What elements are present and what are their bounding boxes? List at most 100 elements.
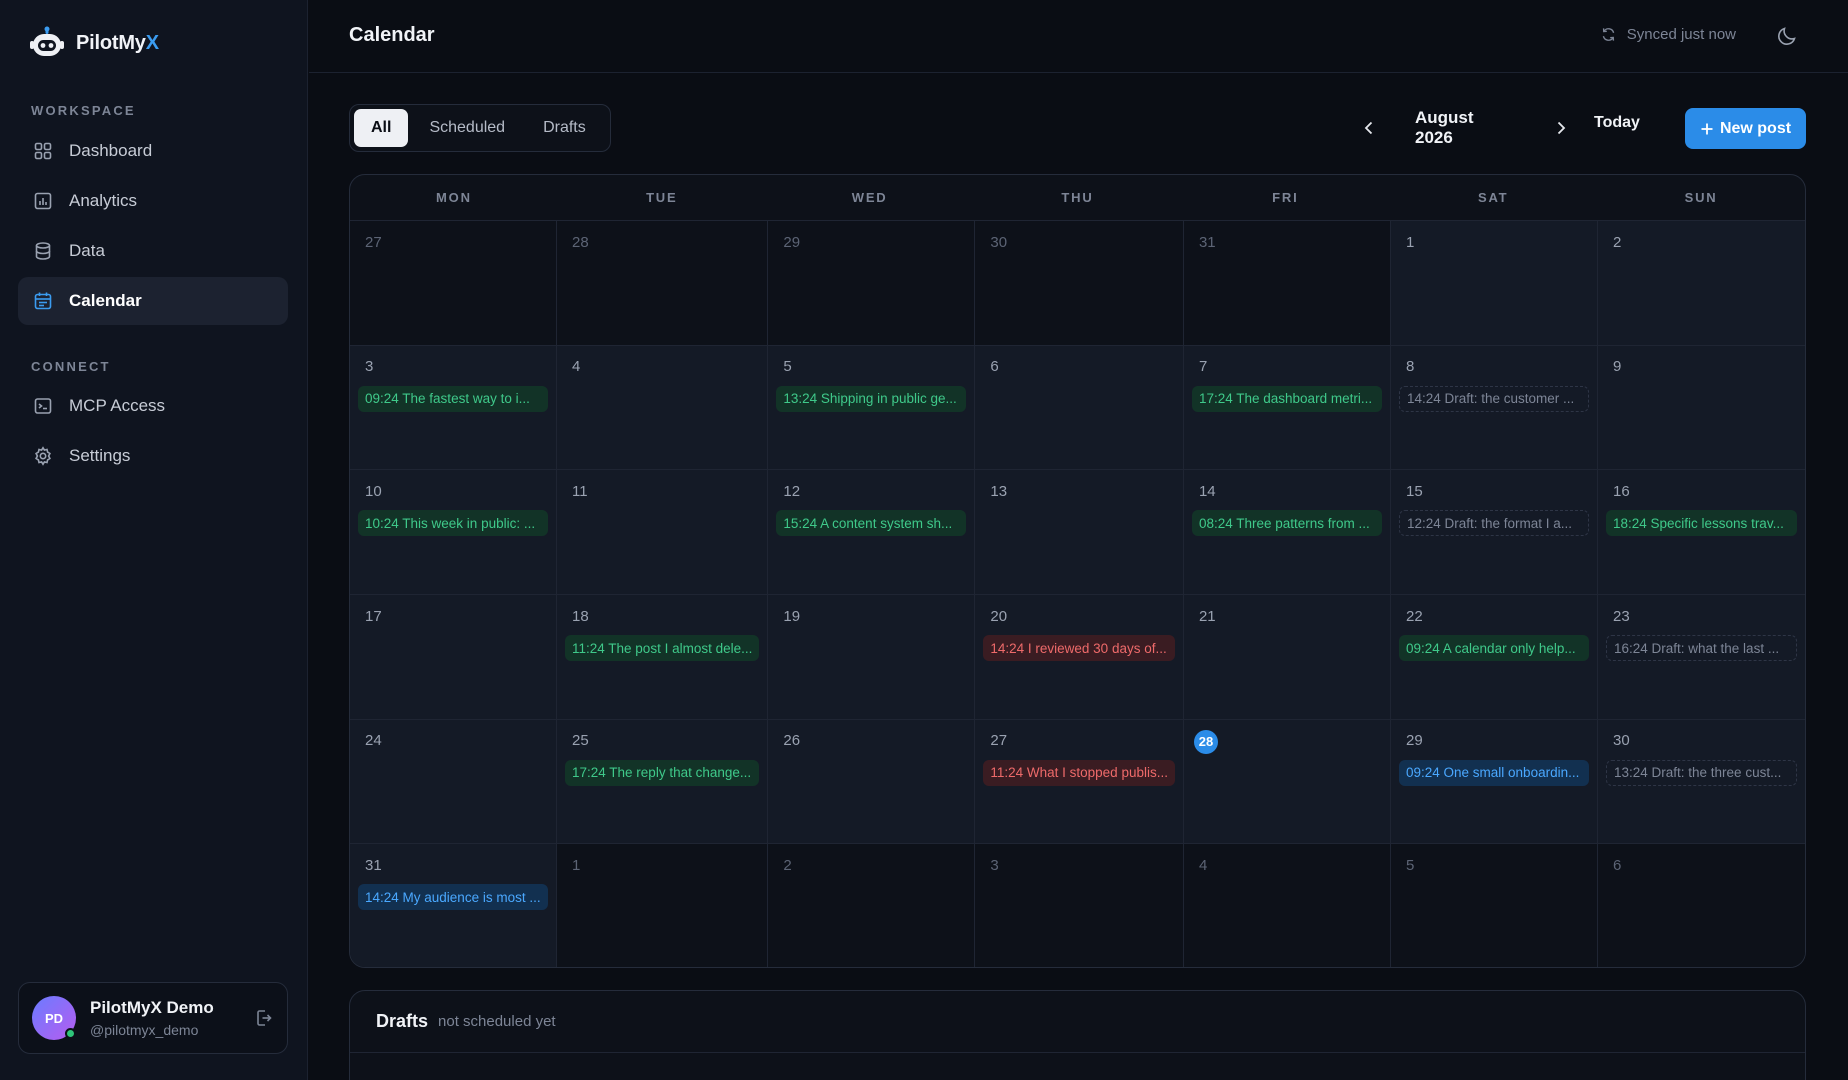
event-text: 13:24 Shipping in public ge... xyxy=(783,391,957,407)
calendar-day[interactable]: 14 08:24 Three patterns from ... xyxy=(1183,470,1391,596)
day-number: 2 xyxy=(783,856,792,874)
calendar-day[interactable]: 11 xyxy=(557,470,769,596)
calendar-day[interactable]: 18 11:24 The post I almost dele... xyxy=(557,595,769,720)
calendar-day[interactable]: 3 xyxy=(975,844,1184,967)
calendar-event-green[interactable]: 09:24 The fastest way to i... xyxy=(358,385,548,412)
day-number: 13 xyxy=(990,482,1008,500)
moon-icon[interactable] xyxy=(1776,25,1798,47)
sidebar-item-mcp-access[interactable]: MCP Access xyxy=(18,382,288,430)
today-button[interactable]: Today xyxy=(1594,114,1640,132)
calendar-day[interactable]: 30 13:24 Draft: the three cust... xyxy=(1597,719,1805,845)
calendar-day[interactable]: 17 xyxy=(350,595,557,720)
calendar-event-green[interactable]: 11:24 The post I almost dele... xyxy=(565,635,760,662)
calendar-event-draft[interactable]: 14:24 Draft: the customer ... xyxy=(1398,385,1589,412)
day-number: 27 xyxy=(365,233,382,251)
day-number: 20 xyxy=(990,607,1008,625)
brand-logo[interactable]: PilotMyX xyxy=(30,26,159,60)
calendar-event-green[interactable]: 08:24 Three patterns from ... xyxy=(1191,510,1382,537)
calendar-day[interactable]: 25 17:24 The reply that change... xyxy=(557,719,769,845)
calendar-day[interactable]: 16 18:24 Specific lessons trav... xyxy=(1597,470,1805,596)
user-card[interactable]: PD PilotMyX Demo @pilotmyx_demo xyxy=(18,982,288,1054)
calendar-event-draft[interactable]: 12:24 Draft: the format I a... xyxy=(1398,510,1589,537)
filter-drafts[interactable]: Drafts xyxy=(526,109,603,147)
calendar-day[interactable]: 24 xyxy=(350,719,557,845)
calendar-event-green[interactable]: 18:24 Specific lessons trav... xyxy=(1605,510,1797,537)
calendar-day[interactable]: 5 13:24 Shipping in public ge... xyxy=(768,345,976,471)
prev-month-button[interactable] xyxy=(1358,107,1380,149)
calendar-day[interactable]: 29 xyxy=(768,221,976,346)
calendar-event-green[interactable]: 17:24 The reply that change... xyxy=(565,759,760,786)
calendar-event-draft[interactable]: 16:24 Draft: what the last ... xyxy=(1605,635,1797,662)
calendar-day[interactable]: 2 xyxy=(768,844,976,967)
user-handle: @pilotmyx_demo xyxy=(90,1022,199,1038)
filter-scheduled[interactable]: Scheduled xyxy=(412,109,522,147)
logout-icon[interactable] xyxy=(254,1008,274,1028)
day-number: 26 xyxy=(783,732,801,750)
calendar-day[interactable]: 21 xyxy=(1183,595,1391,720)
day-number: 2 xyxy=(1612,233,1622,251)
sidebar-item-calendar[interactable]: Calendar xyxy=(18,277,288,325)
filter-segmented-control: All Scheduled Drafts xyxy=(349,104,611,152)
day-number: 24 xyxy=(365,732,382,750)
calendar-event-green[interactable]: 09:24 A calendar only help... xyxy=(1398,635,1589,662)
new-post-label: New post xyxy=(1719,119,1792,137)
user-name: PilotMyX Demo xyxy=(90,998,214,1017)
calendar-day[interactable]: 22 09:24 A calendar only help... xyxy=(1390,595,1598,720)
calendar-event-green[interactable]: 10:24 This week in public: ... xyxy=(358,510,548,537)
calendar-day[interactable]: 9 xyxy=(1597,345,1805,471)
calendar-day[interactable]: 7 17:24 The dashboard metri... xyxy=(1183,345,1391,471)
calendar-day[interactable]: 27 xyxy=(350,221,557,346)
new-post-button[interactable]: New post xyxy=(1685,108,1806,149)
sidebar-item-data[interactable]: Data xyxy=(18,227,288,275)
chevron-right-icon xyxy=(1557,121,1566,135)
calendar-day[interactable]: 6 xyxy=(1597,844,1805,967)
calendar-day[interactable]: 2 xyxy=(1597,221,1805,346)
calendar-day[interactable]: 12 15:24 A content system sh... xyxy=(768,470,976,596)
day-number: 12 xyxy=(783,482,801,500)
calendar-day[interactable]: 27 11:24 What I stopped publis... xyxy=(975,719,1184,845)
event-text: 18:24 Specific lessons trav... xyxy=(1612,515,1784,531)
calendar-day[interactable]: 4 xyxy=(1183,844,1391,967)
calendar-event-draft[interactable]: 13:24 Draft: the three cust... xyxy=(1605,759,1797,786)
calendar-event-blue[interactable]: 09:24 One small onboardin... xyxy=(1398,759,1589,786)
day-number: 8 xyxy=(1405,358,1415,376)
calendar-day[interactable]: 1 xyxy=(1390,221,1598,346)
calendar-day[interactable]: 10 10:24 This week in public: ... xyxy=(350,470,557,596)
calendar-day[interactable]: 13 xyxy=(975,470,1184,596)
calendar-day[interactable]: 29 09:24 One small onboardin... xyxy=(1390,719,1598,845)
calendar-day[interactable]: 8 14:24 Draft: the customer ... xyxy=(1390,345,1598,471)
topbar: Calendar Synced just now xyxy=(309,0,1848,73)
calendar-day[interactable]: 23 16:24 Draft: what the last ... xyxy=(1597,595,1805,720)
calendar-event-green[interactable]: 13:24 Shipping in public ge... xyxy=(776,385,967,412)
calendar-day[interactable]: 20 14:24 I reviewed 30 days of... xyxy=(975,595,1184,720)
day-number: 4 xyxy=(572,358,581,376)
calendar-day[interactable]: 31 xyxy=(1183,221,1391,346)
sidebar-item-settings[interactable]: Settings xyxy=(18,432,288,480)
calendar-day[interactable]: 15 12:24 Draft: the format I a... xyxy=(1390,470,1598,596)
calendar-event-green[interactable]: 17:24 The dashboard metri... xyxy=(1191,385,1382,412)
sync-status-text: Synced just now xyxy=(1626,26,1736,43)
calendar-day[interactable]: 3 09:24 The fastest way to i... xyxy=(350,345,557,471)
sidebar-item-analytics[interactable]: Analytics xyxy=(18,177,288,225)
filter-all[interactable]: All xyxy=(354,109,409,147)
day-number: 1 xyxy=(1405,233,1415,251)
calendar-event-red[interactable]: 11:24 What I stopped publis... xyxy=(983,759,1175,786)
calendar-day[interactable]: 19 xyxy=(768,595,976,720)
calendar-event-green[interactable]: 15:24 A content system sh... xyxy=(776,510,967,537)
calendar-event-red[interactable]: 14:24 I reviewed 30 days of... xyxy=(983,635,1175,662)
calendar-day[interactable]: 26 xyxy=(768,719,976,845)
sidebar-item-dashboard[interactable]: Dashboard xyxy=(18,127,288,175)
calendar-day[interactable]: 31 14:24 My audience is most ... xyxy=(350,844,557,967)
day-number: 5 xyxy=(783,358,792,376)
calendar-day[interactable]: 30 xyxy=(975,221,1184,346)
calendar-day[interactable]: 6 xyxy=(975,345,1184,471)
next-month-button[interactable] xyxy=(1550,107,1572,149)
calendar-event-blue[interactable]: 14:24 My audience is most ... xyxy=(358,884,548,911)
calendar-day[interactable]: 1 xyxy=(557,844,769,967)
event-text: 13:24 Draft: the three cust... xyxy=(1613,765,1782,781)
calendar-day-today[interactable]: 28 xyxy=(1183,719,1391,845)
calendar-day[interactable]: 28 xyxy=(557,221,769,346)
weekday-header: MON TUE WED THU FRI SAT SUN xyxy=(350,175,1805,221)
calendar-day[interactable]: 4 xyxy=(557,345,769,471)
calendar-day[interactable]: 5 xyxy=(1390,844,1598,967)
